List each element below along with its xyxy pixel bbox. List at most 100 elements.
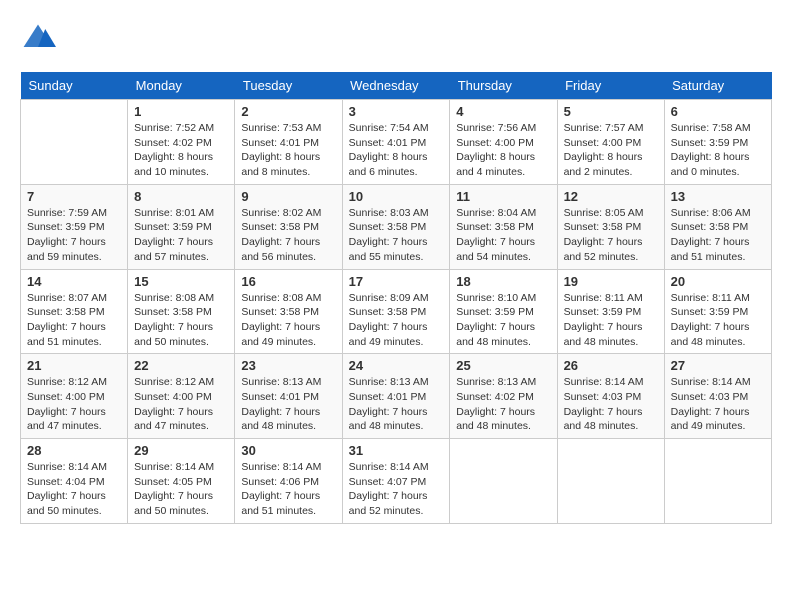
week-row-2: 7 Sunrise: 7:59 AMSunset: 3:59 PMDaylight… <box>21 184 772 269</box>
calendar-cell: 15Sunrise: 8:08 AMSunset: 3:58 PMDayligh… <box>128 269 235 354</box>
page-header <box>20 20 772 56</box>
day-info: Sunrise: 8:13 AMSunset: 4:01 PMDaylight:… <box>241 375 335 434</box>
calendar-cell: 2 Sunrise: 7:53 AMSunset: 4:01 PMDaylight… <box>235 100 342 185</box>
day-info: Sunrise: 8:14 AMSunset: 4:05 PMDaylight:… <box>134 460 228 519</box>
calendar-cell: 11 Sunrise: 8:04 AMSunset: 3:58 PMDayligh… <box>450 184 557 269</box>
weekday-header-wednesday: Wednesday <box>342 72 450 100</box>
week-row-4: 21 Sunrise: 8:12 AMSunset: 4:00 PMDayligh… <box>21 354 772 439</box>
calendar-cell: 24 Sunrise: 8:13 AMSunset: 4:01 PMDayligh… <box>342 354 450 439</box>
calendar-cell: 7 Sunrise: 7:59 AMSunset: 3:59 PMDaylight… <box>21 184 128 269</box>
day-number: 27 <box>671 358 765 373</box>
weekday-header-monday: Monday <box>128 72 235 100</box>
calendar-cell: 28 Sunrise: 8:14 AMSunset: 4:04 PMDayligh… <box>21 439 128 524</box>
weekday-header-friday: Friday <box>557 72 664 100</box>
day-info: Sunrise: 7:58 AMSunset: 3:59 PMDaylight:… <box>671 121 765 180</box>
calendar-cell: 5 Sunrise: 7:57 AMSunset: 4:00 PMDaylight… <box>557 100 664 185</box>
day-info: Sunrise: 8:11 AMSunset: 3:59 PMDaylight:… <box>671 291 765 350</box>
calendar-cell: 26 Sunrise: 8:14 AMSunset: 4:03 PMDayligh… <box>557 354 664 439</box>
calendar-cell: 16Sunrise: 8:08 AMSunset: 3:58 PMDayligh… <box>235 269 342 354</box>
day-info: Sunrise: 7:53 AMSunset: 4:01 PMDaylight:… <box>241 121 335 180</box>
calendar-table: SundayMondayTuesdayWednesdayThursdayFrid… <box>20 72 772 524</box>
calendar-cell: 9Sunrise: 8:02 AMSunset: 3:58 PMDaylight… <box>235 184 342 269</box>
calendar-cell <box>664 439 771 524</box>
calendar-cell: 3 Sunrise: 7:54 AMSunset: 4:01 PMDaylight… <box>342 100 450 185</box>
calendar-cell: 19 Sunrise: 8:11 AMSunset: 3:59 PMDayligh… <box>557 269 664 354</box>
logo-icon <box>20 20 56 56</box>
day-info: Sunrise: 8:13 AMSunset: 4:01 PMDaylight:… <box>349 375 444 434</box>
day-number: 23 <box>241 358 335 373</box>
day-info: Sunrise: 7:54 AMSunset: 4:01 PMDaylight:… <box>349 121 444 180</box>
day-number: 6 <box>671 104 765 119</box>
week-row-5: 28 Sunrise: 8:14 AMSunset: 4:04 PMDayligh… <box>21 439 772 524</box>
day-number: 3 <box>349 104 444 119</box>
calendar-cell: 20 Sunrise: 8:11 AMSunset: 3:59 PMDayligh… <box>664 269 771 354</box>
day-info: Sunrise: 8:14 AMSunset: 4:06 PMDaylight:… <box>241 460 335 519</box>
day-number: 25 <box>456 358 550 373</box>
day-info: Sunrise: 8:10 AMSunset: 3:59 PMDaylight:… <box>456 291 550 350</box>
calendar-cell: 21 Sunrise: 8:12 AMSunset: 4:00 PMDayligh… <box>21 354 128 439</box>
day-number: 1 <box>134 104 228 119</box>
day-info: Sunrise: 8:12 AMSunset: 4:00 PMDaylight:… <box>27 375 121 434</box>
calendar-cell: 14 Sunrise: 8:07 AMSunset: 3:58 PMDayligh… <box>21 269 128 354</box>
day-info: Sunrise: 8:08 AMSunset: 3:58 PMDaylight:… <box>134 291 228 350</box>
day-number: 18 <box>456 274 550 289</box>
calendar-cell: 22Sunrise: 8:12 AMSunset: 4:00 PMDayligh… <box>128 354 235 439</box>
calendar-cell: 27 Sunrise: 8:14 AMSunset: 4:03 PMDayligh… <box>664 354 771 439</box>
day-info: Sunrise: 8:01 AMSunset: 3:59 PMDaylight:… <box>134 206 228 265</box>
day-number: 19 <box>564 274 658 289</box>
day-info: Sunrise: 8:13 AMSunset: 4:02 PMDaylight:… <box>456 375 550 434</box>
day-number: 17 <box>349 274 444 289</box>
calendar-cell: 6 Sunrise: 7:58 AMSunset: 3:59 PMDaylight… <box>664 100 771 185</box>
day-number: 12 <box>564 189 658 204</box>
day-number: 30 <box>241 443 335 458</box>
calendar-cell: 4Sunrise: 7:56 AMSunset: 4:00 PMDaylight… <box>450 100 557 185</box>
day-info: Sunrise: 8:14 AMSunset: 4:03 PMDaylight:… <box>564 375 658 434</box>
weekday-header-thursday: Thursday <box>450 72 557 100</box>
day-info: Sunrise: 8:04 AMSunset: 3:58 PMDaylight:… <box>456 206 550 265</box>
day-number: 21 <box>27 358 121 373</box>
weekday-header-sunday: Sunday <box>21 72 128 100</box>
calendar-cell: 31 Sunrise: 8:14 AMSunset: 4:07 PMDayligh… <box>342 439 450 524</box>
calendar-cell: 18 Sunrise: 8:10 AMSunset: 3:59 PMDayligh… <box>450 269 557 354</box>
day-info: Sunrise: 7:57 AMSunset: 4:00 PMDaylight:… <box>564 121 658 180</box>
day-number: 11 <box>456 189 550 204</box>
day-info: Sunrise: 7:52 AMSunset: 4:02 PMDaylight:… <box>134 121 228 180</box>
day-info: Sunrise: 8:11 AMSunset: 3:59 PMDaylight:… <box>564 291 658 350</box>
day-number: 29 <box>134 443 228 458</box>
day-info: Sunrise: 8:14 AMSunset: 4:03 PMDaylight:… <box>671 375 765 434</box>
day-number: 20 <box>671 274 765 289</box>
calendar-cell <box>450 439 557 524</box>
day-info: Sunrise: 8:07 AMSunset: 3:58 PMDaylight:… <box>27 291 121 350</box>
day-number: 7 <box>27 189 121 204</box>
weekday-header-tuesday: Tuesday <box>235 72 342 100</box>
day-number: 5 <box>564 104 658 119</box>
calendar-cell: 8 Sunrise: 8:01 AMSunset: 3:59 PMDaylight… <box>128 184 235 269</box>
day-info: Sunrise: 8:12 AMSunset: 4:00 PMDaylight:… <box>134 375 228 434</box>
day-number: 24 <box>349 358 444 373</box>
day-number: 14 <box>27 274 121 289</box>
day-number: 2 <box>241 104 335 119</box>
day-number: 9 <box>241 189 335 204</box>
calendar-cell: 30 Sunrise: 8:14 AMSunset: 4:06 PMDayligh… <box>235 439 342 524</box>
calendar-cell: 12 Sunrise: 8:05 AMSunset: 3:58 PMDayligh… <box>557 184 664 269</box>
day-number: 28 <box>27 443 121 458</box>
weekday-header-saturday: Saturday <box>664 72 771 100</box>
day-info: Sunrise: 8:03 AMSunset: 3:58 PMDaylight:… <box>349 206 444 265</box>
day-info: Sunrise: 8:14 AMSunset: 4:07 PMDaylight:… <box>349 460 444 519</box>
calendar-cell: 10 Sunrise: 8:03 AMSunset: 3:58 PMDayligh… <box>342 184 450 269</box>
weekday-header-row: SundayMondayTuesdayWednesdayThursdayFrid… <box>21 72 772 100</box>
day-number: 26 <box>564 358 658 373</box>
day-info: Sunrise: 8:14 AMSunset: 4:04 PMDaylight:… <box>27 460 121 519</box>
day-info: Sunrise: 8:06 AMSunset: 3:58 PMDaylight:… <box>671 206 765 265</box>
day-number: 10 <box>349 189 444 204</box>
calendar-cell: 17Sunrise: 8:09 AMSunset: 3:58 PMDayligh… <box>342 269 450 354</box>
day-info: Sunrise: 7:59 AMSunset: 3:59 PMDaylight:… <box>27 206 121 265</box>
day-number: 8 <box>134 189 228 204</box>
calendar-cell: 13Sunrise: 8:06 AMSunset: 3:58 PMDayligh… <box>664 184 771 269</box>
day-number: 4 <box>456 104 550 119</box>
day-number: 16 <box>241 274 335 289</box>
day-info: Sunrise: 8:05 AMSunset: 3:58 PMDaylight:… <box>564 206 658 265</box>
calendar-cell: 1 Sunrise: 7:52 AMSunset: 4:02 PMDaylight… <box>128 100 235 185</box>
day-number: 31 <box>349 443 444 458</box>
week-row-1: 1 Sunrise: 7:52 AMSunset: 4:02 PMDaylight… <box>21 100 772 185</box>
